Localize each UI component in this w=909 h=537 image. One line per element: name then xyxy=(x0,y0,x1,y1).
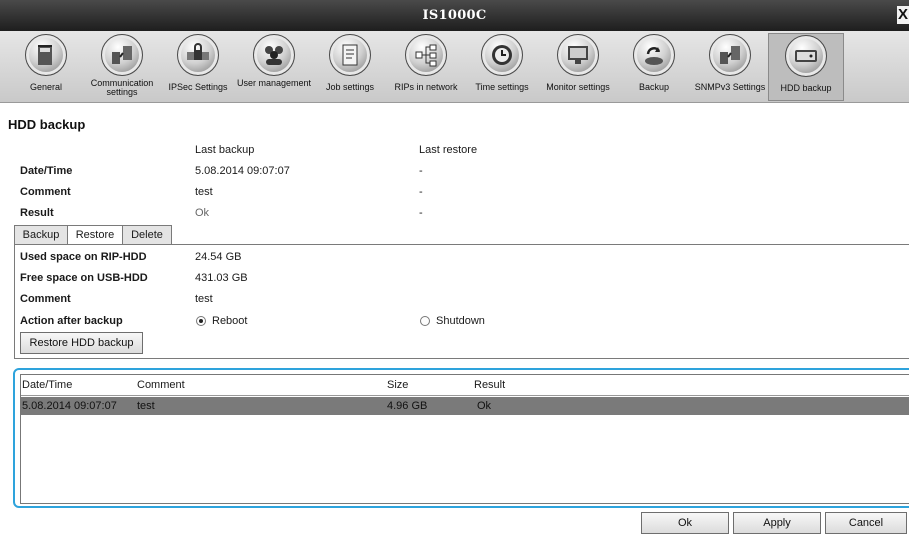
restore-comment-label: Comment xyxy=(20,293,71,305)
last-restore-header: Last restore xyxy=(419,144,478,156)
toolbar-label: IPSec Settings xyxy=(168,82,228,92)
row-result: Ok xyxy=(477,400,492,412)
settings-toolbar: General Communication settings IPSec Set… xyxy=(0,31,909,103)
toolbar-label: User management xyxy=(236,78,312,88)
hdd-icon xyxy=(785,35,827,77)
backups-table[interactable]: Date/Time Comment Size Result 5.08.2014 … xyxy=(20,374,909,504)
window-title: IS1000C xyxy=(422,8,487,23)
column-result[interactable]: Result xyxy=(474,379,505,391)
last-backup-comment: test xyxy=(195,186,213,198)
toolbar-label: Communication settings xyxy=(90,78,154,97)
toolbar-label: General xyxy=(29,82,63,92)
clock-icon xyxy=(481,34,523,76)
restore-comment-value: test xyxy=(195,293,213,305)
backup-icon xyxy=(633,34,675,76)
toolbar-label: Backup xyxy=(638,82,670,92)
document-icon xyxy=(329,34,371,76)
users-icon xyxy=(253,34,295,76)
toolbar-item-time[interactable]: Time settings xyxy=(464,33,540,101)
toolbar-item-rips[interactable]: RIPs in network xyxy=(388,33,464,101)
datetime-label: Date/Time xyxy=(20,165,73,177)
row-size: 4.96 GB xyxy=(387,400,428,412)
toolbar-label: SNMPv3 Settings xyxy=(694,82,766,92)
toolbar-label: HDD backup xyxy=(780,83,832,93)
ok-button[interactable]: Ok xyxy=(641,512,729,534)
toolbar-label: Job settings xyxy=(325,82,375,92)
shutdown-radio[interactable] xyxy=(420,316,430,326)
network-icon xyxy=(101,34,143,76)
reboot-label[interactable]: Reboot xyxy=(212,315,247,327)
column-datetime[interactable]: Date/Time xyxy=(22,379,72,391)
last-restore-result: - xyxy=(419,207,423,219)
server-icon xyxy=(25,34,67,76)
toolbar-item-job-settings[interactable]: Job settings xyxy=(312,33,388,101)
table-header: Date/Time Comment Size Result xyxy=(21,375,909,396)
table-row[interactable]: 5.08.2014 09:07:07 test 4.96 GB Ok xyxy=(21,397,909,415)
toolbar-item-snmpv3[interactable]: SNMPv3 Settings xyxy=(692,33,768,101)
toolbar-item-backup[interactable]: Backup xyxy=(616,33,692,101)
last-restore-datetime: - xyxy=(419,165,423,177)
column-comment[interactable]: Comment xyxy=(137,379,185,391)
free-space-value: 431.03 GB xyxy=(195,272,248,284)
used-space-value: 24.54 GB xyxy=(195,251,242,263)
network-icon xyxy=(709,34,751,76)
reboot-radio[interactable] xyxy=(196,316,206,326)
toolbar-item-communication[interactable]: Communication settings xyxy=(84,33,160,101)
tab-delete[interactable]: Delete xyxy=(122,225,172,245)
tree-icon xyxy=(405,34,447,76)
cancel-button[interactable]: Cancel xyxy=(825,512,907,534)
toolbar-label: RIPs in network xyxy=(394,82,458,92)
last-restore-comment: - xyxy=(419,186,423,198)
column-size[interactable]: Size xyxy=(387,379,408,391)
shutdown-label[interactable]: Shutdown xyxy=(436,315,485,327)
toolbar-label: Monitor settings xyxy=(546,82,610,92)
result-label: Result xyxy=(20,207,54,219)
toolbar-item-hdd-backup[interactable]: HDD backup xyxy=(768,33,844,101)
toolbar-item-general[interactable]: General xyxy=(8,33,84,101)
tab-backup[interactable]: Backup xyxy=(14,225,68,245)
last-backup-header: Last backup xyxy=(195,144,255,156)
restore-panel xyxy=(14,244,909,359)
free-space-label: Free space on USB-HDD xyxy=(20,272,148,284)
title-bar: IS1000C X xyxy=(0,0,909,31)
tab-restore[interactable]: Restore xyxy=(67,225,123,245)
toolbar-item-users[interactable]: User management xyxy=(236,33,312,101)
comment-label: Comment xyxy=(20,186,71,198)
toolbar-item-ipsec[interactable]: IPSec Settings xyxy=(160,33,236,101)
used-space-label: Used space on RIP-HDD xyxy=(20,251,147,263)
last-backup-datetime: 5.08.2014 09:07:07 xyxy=(195,165,290,177)
toolbar-item-monitor[interactable]: Monitor settings xyxy=(540,33,616,101)
monitor-icon xyxy=(557,34,599,76)
restore-hdd-backup-button[interactable]: Restore HDD backup xyxy=(20,332,143,354)
close-icon[interactable]: X xyxy=(897,6,909,24)
action-after-backup-label: Action after backup xyxy=(20,315,123,327)
apply-button[interactable]: Apply xyxy=(733,512,821,534)
backups-table-focus: Date/Time Comment Size Result 5.08.2014 … xyxy=(13,368,909,508)
row-datetime: 5.08.2014 09:07:07 xyxy=(22,400,117,412)
lock-icon xyxy=(177,34,219,76)
row-comment: test xyxy=(137,400,155,412)
page-title: HDD backup xyxy=(8,117,86,132)
toolbar-label: Time settings xyxy=(475,82,529,92)
last-backup-result: Ok xyxy=(195,207,210,219)
